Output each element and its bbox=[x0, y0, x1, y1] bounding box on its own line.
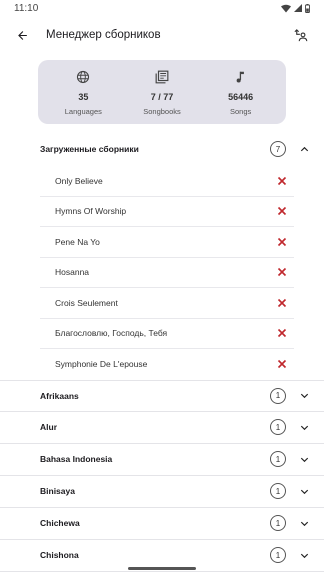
songbook-name: Crois Seulement bbox=[55, 297, 118, 308]
stats-card: 35 Languages 7 / 77 Songbooks 56446 Song… bbox=[38, 60, 286, 124]
language-name: Afrikaans bbox=[40, 390, 79, 401]
group-header-language[interactable]: Bahasa Indonesia 1 bbox=[0, 444, 324, 476]
language-name: Binisaya bbox=[40, 486, 75, 496]
chevron-down-icon[interactable] bbox=[298, 549, 310, 561]
wifi-icon bbox=[281, 4, 291, 12]
stat-songbooks: 7 / 77 Songbooks bbox=[127, 69, 197, 116]
songbook-name: Благословлю, Господь, Тебя bbox=[55, 328, 168, 339]
remove-songbook-button[interactable] bbox=[274, 173, 290, 189]
signal-icon bbox=[294, 4, 302, 12]
back-button[interactable] bbox=[8, 21, 36, 49]
close-icon bbox=[277, 268, 287, 277]
remove-songbook-button[interactable] bbox=[274, 234, 290, 250]
stat-value: 35 bbox=[78, 91, 89, 102]
list-item[interactable]: Pene Na Yo bbox=[40, 227, 294, 258]
stat-label: Songbooks bbox=[143, 106, 181, 116]
group-header-language[interactable]: Alur 1 bbox=[0, 412, 324, 444]
list-item[interactable]: Symphonie De L'epouse bbox=[40, 349, 294, 380]
translate-person-button[interactable] bbox=[286, 21, 314, 49]
count-badge: 1 bbox=[270, 419, 286, 435]
songbook-list: Загруженные сборники 7 Only Believe Hymns… bbox=[0, 132, 324, 572]
chevron-up-icon[interactable] bbox=[298, 143, 310, 155]
person-translate-icon bbox=[293, 28, 307, 41]
globe-icon bbox=[77, 70, 90, 83]
count-badge: 7 bbox=[270, 141, 286, 157]
stat-songs: 56446 Songs bbox=[206, 69, 276, 116]
status-bar: 11:10 bbox=[0, 0, 324, 16]
group-header-language[interactable]: Afrikaans 1 bbox=[0, 379, 324, 412]
chevron-down-icon[interactable] bbox=[298, 421, 310, 433]
chevron-down-icon[interactable] bbox=[298, 485, 310, 497]
battery-icon bbox=[305, 3, 310, 13]
status-icons bbox=[281, 3, 310, 13]
language-name: Chishona bbox=[40, 550, 79, 560]
list-item[interactable]: Hosanna bbox=[40, 258, 294, 288]
group-header-downloaded[interactable]: Загруженные сборники 7 bbox=[0, 132, 324, 166]
gesture-bar bbox=[128, 567, 196, 570]
songbooks-icon bbox=[155, 70, 169, 83]
stat-label: Songs bbox=[230, 106, 252, 116]
remove-songbook-button[interactable] bbox=[274, 264, 290, 280]
songbook-name: Hymns Of Worship bbox=[55, 206, 127, 217]
stat-value: 7 / 77 bbox=[150, 91, 174, 102]
remove-songbook-button[interactable] bbox=[274, 325, 290, 341]
list-item[interactable]: Crois Seulement bbox=[40, 288, 294, 319]
songbook-name: Hosanna bbox=[55, 267, 90, 278]
remove-songbook-button[interactable] bbox=[274, 356, 290, 372]
close-icon bbox=[277, 298, 287, 307]
remove-songbook-button[interactable] bbox=[274, 203, 290, 219]
list-item[interactable]: Благословлю, Господь, Тебя bbox=[40, 319, 294, 349]
app-bar: Менеджер сборников bbox=[0, 16, 324, 54]
songbook-name: Only Believe bbox=[55, 175, 103, 186]
page-title: Менеджер сборников bbox=[46, 29, 161, 41]
close-icon bbox=[277, 237, 287, 246]
status-time: 11:10 bbox=[14, 2, 39, 14]
close-icon bbox=[277, 176, 287, 185]
list-item[interactable]: Hymns Of Worship bbox=[40, 197, 294, 227]
close-icon bbox=[277, 360, 287, 369]
language-name: Alur bbox=[40, 422, 57, 432]
close-icon bbox=[277, 329, 287, 338]
music-note-icon bbox=[236, 71, 244, 83]
count-badge: 1 bbox=[270, 451, 286, 467]
count-badge: 1 bbox=[270, 387, 286, 404]
chevron-down-icon[interactable] bbox=[298, 453, 310, 465]
songbook-name: Symphonie De L'epouse bbox=[55, 359, 148, 370]
stat-label: Languages bbox=[64, 106, 102, 116]
count-badge: 1 bbox=[270, 483, 286, 499]
language-name: Chichewa bbox=[40, 518, 80, 528]
stat-value: 56446 bbox=[228, 91, 254, 102]
songbook-name: Pene Na Yo bbox=[55, 236, 100, 247]
close-icon bbox=[277, 207, 287, 216]
list-item[interactable]: Only Believe bbox=[40, 166, 294, 197]
group-title: Загруженные сборники bbox=[40, 144, 139, 154]
group-header-language[interactable]: Chichewa 1 bbox=[0, 508, 324, 540]
group-header-language[interactable]: Binisaya 1 bbox=[0, 476, 324, 508]
language-name: Bahasa Indonesia bbox=[40, 454, 113, 464]
stat-languages: 35 Languages bbox=[48, 69, 118, 116]
count-badge: 1 bbox=[270, 547, 286, 563]
arrow-back-icon bbox=[17, 30, 27, 40]
chevron-down-icon[interactable] bbox=[298, 390, 310, 402]
remove-songbook-button[interactable] bbox=[274, 295, 290, 311]
chevron-down-icon[interactable] bbox=[298, 517, 310, 529]
count-badge: 1 bbox=[270, 515, 286, 531]
